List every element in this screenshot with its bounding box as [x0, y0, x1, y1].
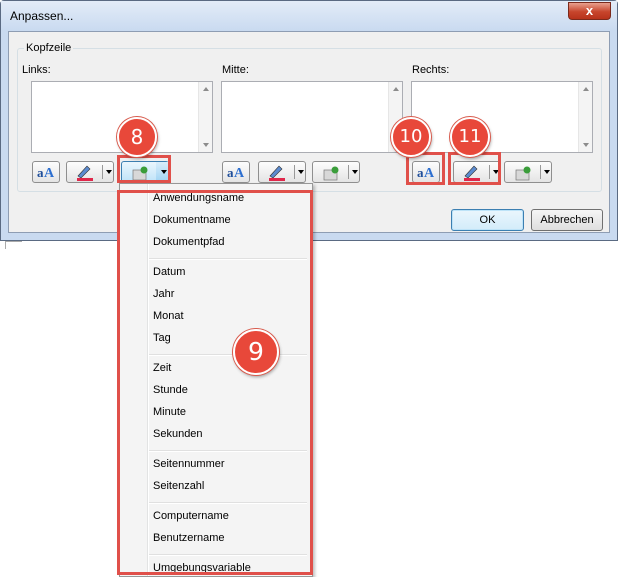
callout-8: 8 [117, 117, 157, 157]
callout-10: 10 [391, 117, 431, 157]
chevron-down-icon[interactable] [106, 170, 112, 174]
split-divider [540, 165, 541, 179]
title-bar: Anpassen... x [1, 1, 617, 31]
right-insert-field-button[interactable] [504, 161, 552, 183]
chevron-down-icon[interactable] [352, 170, 358, 174]
center-insert-field-button[interactable] [312, 161, 360, 183]
center-column-label: Mitte: [222, 64, 249, 76]
center-color-button[interactable] [258, 161, 306, 183]
scrollbar[interactable] [198, 82, 212, 152]
chevron-down-icon[interactable] [544, 170, 550, 174]
scrollbar[interactable] [578, 82, 592, 152]
left-color-button[interactable] [66, 161, 114, 183]
font-format-icon: aA [227, 165, 245, 180]
pen-color-icon [77, 165, 93, 181]
svg-text:a: a [37, 165, 44, 180]
cancel-button[interactable]: Abbrechen [531, 209, 603, 231]
window-title: Anpassen... [10, 9, 74, 23]
group-label: Kopfzeile [24, 42, 74, 54]
highlight-field-menu [117, 190, 313, 575]
chevron-down-icon[interactable] [298, 170, 304, 174]
font-format-icon: aA [37, 165, 55, 180]
insert-field-icon [515, 166, 531, 181]
callout-11: 11 [450, 117, 490, 157]
split-divider [294, 165, 295, 179]
close-button[interactable]: x [568, 2, 611, 20]
scroll-up-icon[interactable] [583, 87, 589, 91]
ok-button[interactable]: OK [451, 209, 524, 231]
scroll-up-icon[interactable] [203, 87, 209, 91]
left-column-label: Links: [22, 64, 51, 76]
scroll-down-icon[interactable] [583, 143, 589, 147]
svg-text:a: a [227, 165, 234, 180]
scroll-up-icon[interactable] [393, 87, 399, 91]
svg-text:A: A [234, 166, 245, 180]
left-font-button[interactable]: aA [32, 161, 60, 183]
callout-9: 9 [233, 329, 279, 375]
split-divider [348, 165, 349, 179]
right-column-label: Rechts: [412, 64, 450, 76]
insert-field-icon [323, 166, 339, 181]
right-section-input[interactable] [411, 81, 593, 153]
highlight-color-button [448, 152, 501, 185]
svg-text:A: A [44, 166, 55, 180]
highlight-insert-field-button [117, 155, 171, 183]
background-fragment [5, 241, 22, 249]
center-font-button[interactable]: aA [222, 161, 250, 183]
split-divider [102, 165, 103, 179]
scroll-down-icon[interactable] [203, 143, 209, 147]
center-section-input[interactable] [221, 81, 403, 153]
pen-color-icon [269, 165, 285, 181]
